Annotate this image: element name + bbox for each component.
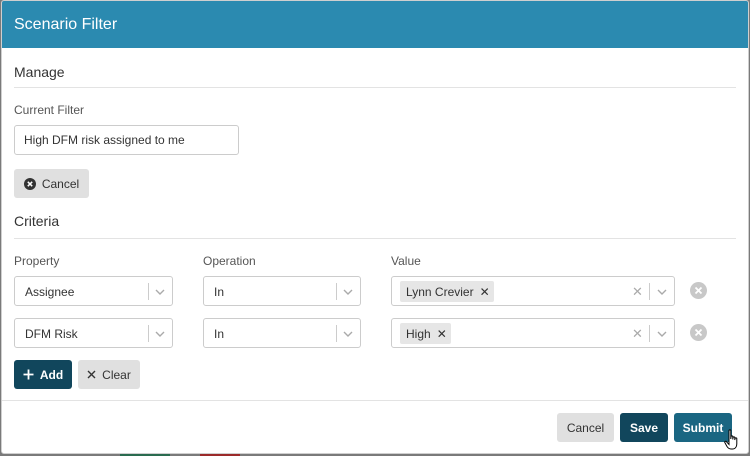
chevron-down-icon xyxy=(657,331,667,337)
chevron-down-icon xyxy=(343,331,353,337)
operation-select-value: In xyxy=(214,327,225,341)
property-select-value: Assignee xyxy=(25,285,75,299)
save-button[interactable]: Save xyxy=(620,413,668,442)
property-select[interactable]: DFM Risk xyxy=(14,318,173,348)
remove-row-icon[interactable] xyxy=(690,324,707,341)
property-select-value: DFM Risk xyxy=(25,327,78,341)
select-separator xyxy=(649,325,650,342)
value-multiselect[interactable]: High ✕ ✕ xyxy=(391,318,675,348)
select-separator xyxy=(336,325,337,342)
clear-criteria-button[interactable]: Clear xyxy=(78,360,140,389)
manage-cancel-button[interactable]: Cancel xyxy=(14,169,89,198)
chevron-down-icon xyxy=(343,289,353,295)
save-label: Save xyxy=(629,420,659,435)
value-chip: High ✕ xyxy=(400,323,451,344)
select-separator xyxy=(649,283,650,300)
operation-select[interactable]: In xyxy=(203,318,361,348)
chip-remove-icon[interactable]: ✕ xyxy=(437,327,447,341)
scenario-filter-dialog: Scenario Filter Manage Current Filter Ca… xyxy=(1,0,749,454)
hand-cursor-icon xyxy=(724,429,738,450)
divider xyxy=(14,238,736,239)
divider xyxy=(14,87,736,88)
close-icon xyxy=(87,370,96,379)
operation-select[interactable]: In xyxy=(203,276,361,306)
clear-values-icon[interactable]: ✕ xyxy=(632,284,643,300)
chip-remove-icon[interactable]: ✕ xyxy=(480,285,490,299)
chevron-down-icon xyxy=(657,289,667,295)
manage-cancel-label: Cancel xyxy=(41,176,80,191)
add-criterion-label: Add xyxy=(39,367,64,382)
clear-values-icon[interactable]: ✕ xyxy=(632,326,643,342)
value-column-header: Value xyxy=(391,254,421,268)
select-separator xyxy=(148,325,149,342)
footer-cancel-label: Cancel xyxy=(566,420,605,435)
plus-icon xyxy=(23,369,34,380)
operation-column-header: Operation xyxy=(203,254,256,268)
value-chip-label: Lynn Crevier xyxy=(406,284,474,299)
value-chip: Lynn Crevier ✕ xyxy=(400,281,494,302)
current-filter-label: Current Filter xyxy=(14,103,85,117)
footer-cancel-button[interactable]: Cancel xyxy=(557,413,614,442)
chevron-down-icon xyxy=(155,331,165,337)
manage-section-title: Manage xyxy=(14,64,65,80)
operation-select-value: In xyxy=(214,285,225,299)
property-column-header: Property xyxy=(14,254,60,268)
dialog-title: Scenario Filter xyxy=(2,1,748,48)
select-separator xyxy=(148,283,149,300)
clear-criteria-label: Clear xyxy=(102,367,131,382)
select-separator xyxy=(336,283,337,300)
submit-label: Submit xyxy=(682,420,724,435)
property-select[interactable]: Assignee xyxy=(14,276,173,306)
remove-row-icon[interactable] xyxy=(690,282,707,299)
criteria-section-title: Criteria xyxy=(14,213,60,229)
current-filter-input[interactable] xyxy=(14,125,239,155)
cancel-circle-icon xyxy=(23,177,36,190)
chevron-down-icon xyxy=(155,289,165,295)
value-multiselect[interactable]: Lynn Crevier ✕ ✕ xyxy=(391,276,675,306)
add-criterion-button[interactable]: Add xyxy=(14,360,72,389)
value-chip-label: High xyxy=(406,326,431,341)
footer-divider xyxy=(2,400,748,401)
